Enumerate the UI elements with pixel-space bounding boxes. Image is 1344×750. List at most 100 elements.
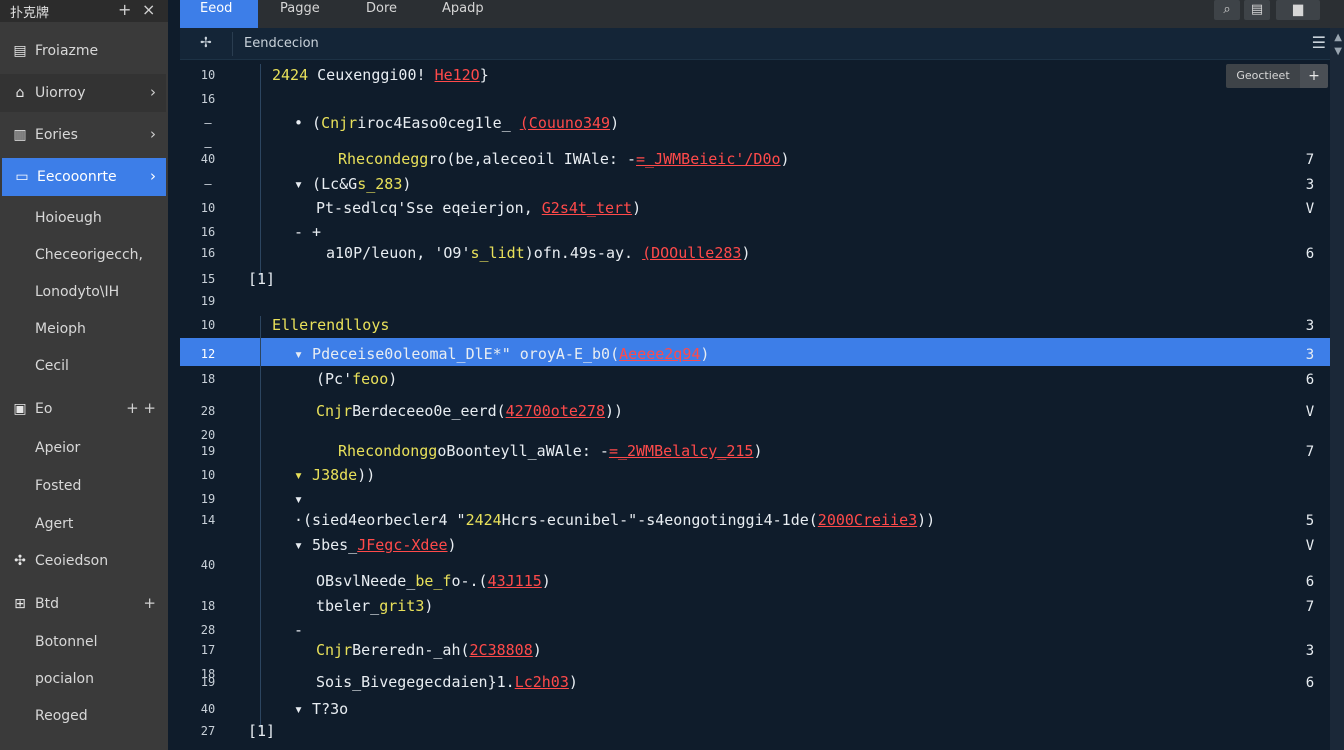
chevron-right-icon: › bbox=[150, 125, 156, 143]
keyword-token: 2424 bbox=[272, 66, 309, 84]
sidebar-subitem[interactable]: Lonodyto\IH bbox=[0, 274, 166, 310]
sidebar-subitem-label: Cecil bbox=[35, 358, 69, 374]
code-line[interactable]: - bbox=[294, 621, 303, 639]
code-token: ) bbox=[424, 597, 434, 615]
add-icon[interactable]: + + bbox=[126, 399, 156, 417]
line-number: 20 bbox=[200, 428, 216, 442]
code-line[interactable]: Pt-sedlcq'Sse eqeierjon, G2s4t_tert) bbox=[316, 199, 641, 217]
sidebar-subitem-label: Botonnel bbox=[35, 634, 98, 650]
scroll-up-icon[interactable]: ▲ bbox=[1334, 32, 1342, 43]
code-token: Pt-sedlcq'Sse eqeierjon, bbox=[316, 199, 542, 217]
sidebar-subitem[interactable]: Apeior bbox=[0, 430, 166, 466]
sidebar-subitem-label: Meioph bbox=[35, 321, 86, 337]
line-number: 16 bbox=[200, 225, 216, 239]
sidebar-item-froiazme[interactable]: ▤ Froiazme bbox=[0, 32, 166, 70]
file-icon: ▤ bbox=[13, 43, 27, 59]
tab-dore[interactable]: Dore bbox=[366, 0, 397, 28]
sidebar-subitem[interactable]: Checeorigecch, bbox=[0, 237, 166, 273]
code-token: [1] bbox=[248, 722, 276, 740]
code-token: ▾ bbox=[294, 490, 304, 508]
code-line[interactable]: ▾ 5bes_JFegc-Xdee) bbox=[294, 536, 457, 554]
tab-apadp[interactable]: Apadp bbox=[442, 0, 484, 28]
line-number: 18 bbox=[200, 372, 216, 386]
code-token: ) bbox=[741, 244, 751, 262]
sidebar-subitem[interactable]: Cecil bbox=[0, 348, 166, 384]
code-token: ) bbox=[632, 199, 642, 217]
code-token: - + bbox=[294, 223, 322, 241]
sidebar-subitem[interactable]: Fosted bbox=[0, 468, 166, 504]
grid-icon: ⊞ bbox=[14, 596, 26, 612]
code-line[interactable]: Ellerendlloys bbox=[272, 316, 389, 334]
line-number: 28 bbox=[200, 404, 216, 418]
keyword-token: 2424 bbox=[465, 511, 502, 529]
line-number: 17 bbox=[200, 643, 216, 657]
code-token: a10P/leuon, 'O9' bbox=[326, 244, 471, 262]
code-line[interactable]: - + bbox=[294, 223, 321, 241]
code-token: o-.( bbox=[451, 572, 488, 590]
sidebar: 扑克牌 + × ▤ Froiazme ⌂ Uiorroy › ▥ Eories … bbox=[0, 0, 168, 750]
generate-add-button[interactable]: + bbox=[1300, 64, 1328, 88]
tab-pagge[interactable]: Pagge bbox=[280, 0, 320, 28]
add-icon[interactable]: + bbox=[118, 1, 131, 19]
sidebar-subitem[interactable]: Meioph bbox=[0, 311, 166, 347]
code-line[interactable]: [1] bbox=[248, 270, 275, 288]
add-icon[interactable]: + bbox=[143, 594, 156, 612]
code-line[interactable]: • (Cnjriroc4Easo0ceg1le_ (Couuno349) bbox=[294, 114, 619, 132]
code-line[interactable]: a10P/leuon, 'O9's_lidt)ofn.49s-ay. (DOOu… bbox=[326, 244, 750, 262]
stack-icon[interactable]: ▆ bbox=[1276, 0, 1320, 20]
code-line[interactable]: ▾ J38de)) bbox=[294, 466, 375, 484]
sidebar-item-label: Froiazme bbox=[35, 43, 99, 59]
code-line[interactable]: (Pc'feoo) bbox=[316, 370, 397, 388]
string-token: Lc2h03 bbox=[514, 673, 569, 691]
code-line[interactable]: ▾ Pdeceise0oleomal_DlE*" oroyA-E_b0(Aeee… bbox=[294, 345, 709, 363]
sidebar-subitem[interactable]: Reoged bbox=[0, 698, 166, 734]
sidebar-subitem-label: Lonodyto\IH bbox=[35, 284, 120, 300]
tab-eeod[interactable]: Eeod bbox=[180, 0, 258, 28]
sidebar-item-eecooonrte[interactable]: ▭ Eecooonrte › bbox=[2, 158, 166, 196]
sidebar-item-label: Eo bbox=[35, 401, 53, 417]
pin-icon[interactable]: ✢ bbox=[200, 35, 212, 51]
sidebar-item-eo[interactable]: ▣ Eo + + bbox=[0, 390, 166, 428]
generate-button[interactable]: Geoctieet bbox=[1226, 64, 1300, 88]
sidebar-subitem[interactable]: pocialon bbox=[0, 661, 166, 697]
code-token: Ceuxenggi00! bbox=[308, 66, 435, 84]
image-icon: ▣ bbox=[13, 401, 27, 417]
sidebar-item-btd[interactable]: ⊞ Btd + bbox=[0, 585, 166, 623]
sidebar-item-ceoiedson[interactable]: ✣ Ceoiedson bbox=[0, 542, 166, 580]
scroll-down-icon[interactable]: ▼ bbox=[1334, 46, 1342, 57]
code-line[interactable]: 2424 Ceuxenggi00! He12O} bbox=[272, 66, 489, 84]
sidebar-item-uiorroy[interactable]: ⌂ Uiorroy › bbox=[0, 74, 166, 112]
string-token: JFegc-Xdee bbox=[357, 536, 448, 554]
sidebar-subitem-label: Fosted bbox=[35, 478, 82, 494]
code-line[interactable]: CnjrBerdeceeo0e_eerd(42700ote278)) bbox=[316, 402, 623, 420]
code-line[interactable]: ▾ T?3o bbox=[294, 700, 348, 718]
book-icon: ▥ bbox=[13, 127, 27, 143]
save-icon[interactable]: ▤ bbox=[1244, 0, 1270, 20]
code-line[interactable]: Rhecondeggro(be,aleceoil IWAle: -=_JWMBe… bbox=[338, 150, 790, 168]
sidebar-item-eories[interactable]: ▥ Eories › bbox=[0, 116, 166, 154]
code-line[interactable]: OBsvlNeede_be_fo-.(43J115) bbox=[316, 572, 551, 590]
indent-guide bbox=[260, 64, 261, 280]
code-line[interactable]: ·(sied4eorbecler4 "2424Hcrs-ecunibel-"-s… bbox=[294, 511, 935, 529]
code-line[interactable]: tbeler_grit3) bbox=[316, 597, 433, 615]
code-token: - bbox=[294, 621, 304, 639]
code-line[interactable]: [1] bbox=[248, 722, 275, 740]
code-line[interactable]: ▾ (Lc&Gs_283) bbox=[294, 175, 411, 193]
code-token: )) bbox=[357, 466, 376, 484]
code-line[interactable]: CnjrBereredn-_ah(2C38808) bbox=[316, 641, 542, 659]
line-number: 18 bbox=[200, 599, 216, 613]
editor-pane: Eeod Pagge Dore Apadp ⌕ ▤ ▆ ✢ Eendcecion… bbox=[180, 0, 1344, 750]
code-line[interactable]: RhecondonggoBoonteyll_aWAle: -=_2WMBelal… bbox=[338, 442, 762, 460]
sidebar-subitem[interactable]: Agert bbox=[0, 506, 166, 542]
scrollbar[interactable] bbox=[1330, 28, 1344, 750]
line-number: 40 bbox=[200, 152, 216, 166]
keyword-token: s_lidt bbox=[470, 244, 525, 262]
sidebar-subitem[interactable]: Botonnel bbox=[0, 624, 166, 660]
code-line[interactable]: ▾ bbox=[294, 490, 303, 508]
close-icon[interactable]: × bbox=[142, 1, 155, 19]
search-icon[interactable]: ⌕ bbox=[1214, 0, 1240, 20]
sidebar-subitem[interactable]: Hoioeugh bbox=[0, 200, 166, 236]
code-line[interactable]: Sois_Bivegegecdaien}1.Lc2h03) bbox=[316, 673, 578, 691]
menu-icon[interactable]: ☰ bbox=[1312, 33, 1326, 52]
line-count: 3 bbox=[1305, 177, 1315, 193]
